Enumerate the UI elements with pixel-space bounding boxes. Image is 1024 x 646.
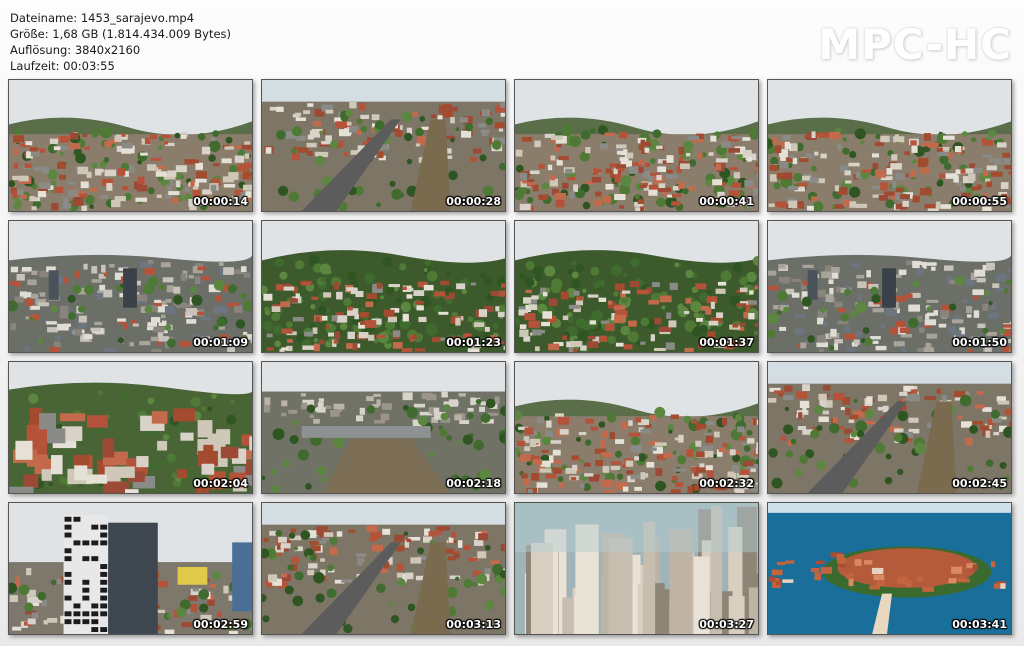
thumbnail-frame-image [768, 221, 1011, 352]
video-thumbnail: 00:01:50 [767, 220, 1012, 353]
thumbnail-timestamp: 00:03:41 [952, 618, 1007, 631]
video-thumbnail: 00:00:28 [261, 79, 506, 212]
video-thumbnail: 00:00:55 [767, 79, 1012, 212]
thumbnail-frame-image [515, 80, 758, 211]
thumbnail-timestamp: 00:02:32 [699, 477, 754, 490]
video-thumbnail: 00:02:04 [8, 361, 253, 494]
thumbnail-frame-image [262, 80, 505, 211]
thumbnail-timestamp: 00:02:59 [193, 618, 248, 631]
video-thumbnail: 00:00:14 [8, 79, 253, 212]
thumbnail-timestamp: 00:01:09 [193, 336, 248, 349]
thumbnail-grid: 00:00:14 00:00:28 00:00:41 00:00:55 00:01:09… [8, 79, 1012, 635]
thumbnail-timestamp: 00:00:55 [952, 195, 1007, 208]
duration-text: Laufzeit: 00:03:55 [10, 59, 115, 73]
thumbnail-timestamp: 00:01:37 [699, 336, 754, 349]
video-thumbnail: 00:02:32 [514, 361, 759, 494]
thumbnail-timestamp: 00:02:18 [446, 477, 501, 490]
thumbnail-timestamp: 00:01:23 [446, 336, 501, 349]
video-thumbnail: 00:02:59 [8, 502, 253, 635]
mpc-hc-logo: MPC-HC [818, 20, 1012, 69]
thumbnail-timestamp: 00:02:45 [952, 477, 1007, 490]
thumbnail-frame-image [768, 503, 1011, 634]
video-thumbnail: 00:02:18 [261, 361, 506, 494]
thumbnail-timestamp: 00:01:50 [952, 336, 1007, 349]
video-thumbnail: 00:01:23 [261, 220, 506, 353]
video-thumbnail: 00:03:13 [261, 502, 506, 635]
thumbnail-timestamp: 00:03:13 [446, 618, 501, 631]
video-thumbnail: 00:01:09 [8, 220, 253, 353]
thumbnail-timestamp: 00:03:27 [699, 618, 754, 631]
thumbnail-frame-image [9, 503, 252, 634]
thumbnail-timestamp: 00:00:14 [193, 195, 248, 208]
thumbnail-timestamp: 00:02:04 [193, 477, 248, 490]
thumbnail-frame-image [768, 362, 1011, 493]
thumbnail-frame-image [262, 221, 505, 352]
video-thumbnail: 00:02:45 [767, 361, 1012, 494]
thumbnail-frame-image [515, 221, 758, 352]
thumbnail-frame-image [262, 503, 505, 634]
thumbnail-timestamp: 00:00:41 [699, 195, 754, 208]
thumbnail-frame-image [768, 80, 1011, 211]
file-info-panel: Dateiname: 1453_sarajevo.mp4 Größe: 1,68… [10, 10, 231, 74]
resolution-text: Auflösung: 3840x2160 [10, 43, 141, 57]
thumbnail-frame-image [515, 362, 758, 493]
video-thumbnail: 00:01:37 [514, 220, 759, 353]
filename-text: Dateiname: 1453_sarajevo.mp4 [10, 11, 195, 25]
video-thumbnail: 00:00:41 [514, 79, 759, 212]
video-thumbnail: 00:03:41 [767, 502, 1012, 635]
thumbnail-frame-image [262, 362, 505, 493]
video-thumbnail: 00:03:27 [514, 502, 759, 635]
thumbnail-frame-image [515, 503, 758, 634]
thumbnail-frame-image [9, 80, 252, 211]
thumbnail-frame-image [9, 221, 252, 352]
thumbnail-timestamp: 00:00:28 [446, 195, 501, 208]
filesize-text: Größe: 1,68 GB (1.814.434.009 Bytes) [10, 27, 232, 41]
thumbnail-frame-image [9, 362, 252, 493]
